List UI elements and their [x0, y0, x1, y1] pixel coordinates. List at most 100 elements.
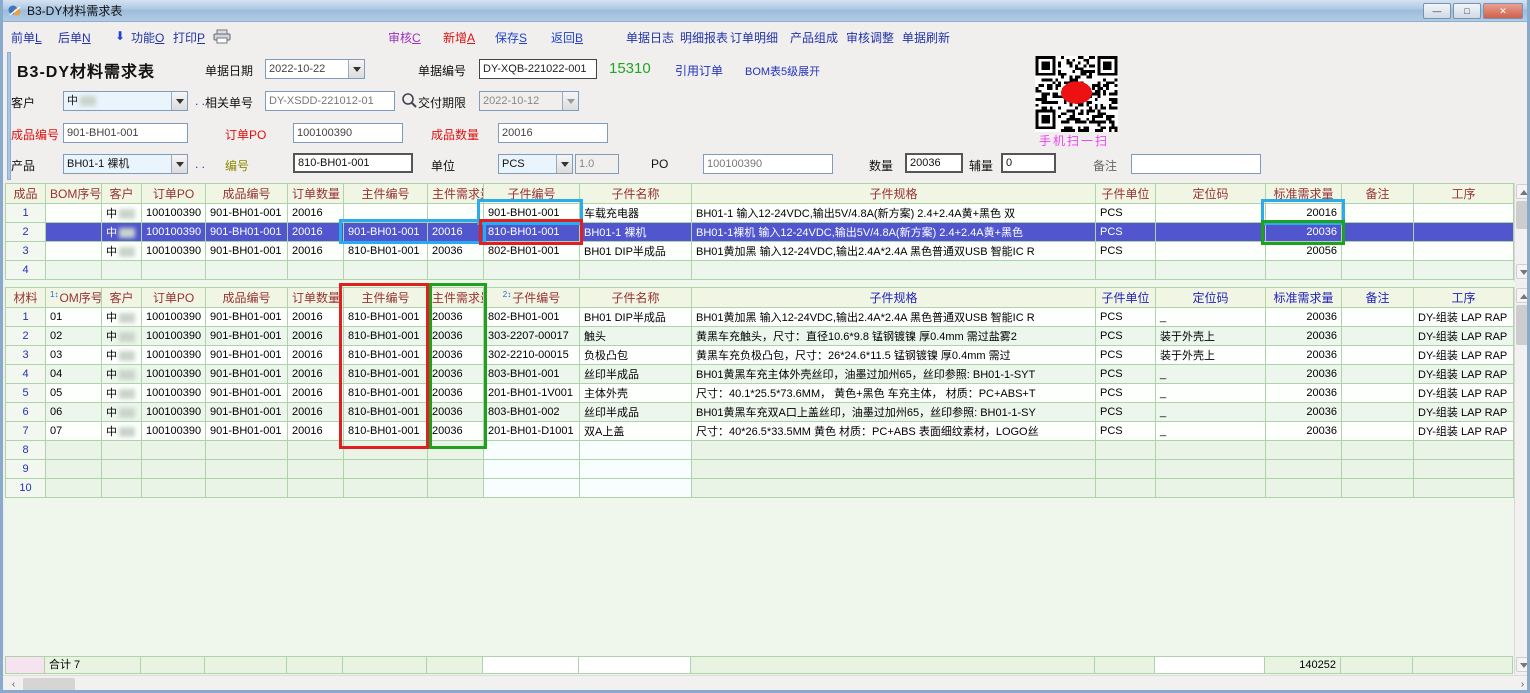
cell[interactable]	[1342, 460, 1414, 479]
cell[interactable]: 802-BH01-001	[484, 308, 580, 327]
cell[interactable]: _	[1156, 384, 1266, 403]
top-table-scrollbar[interactable]	[1514, 183, 1530, 281]
chevron-down-icon[interactable]	[556, 155, 572, 173]
cell[interactable]: 中	[102, 403, 142, 422]
cell[interactable]	[428, 441, 484, 460]
cell[interactable]: 901-BH01-001	[344, 223, 428, 242]
cell[interactable]: 20036	[1266, 422, 1342, 441]
column-header[interactable]: 备注	[1342, 288, 1414, 308]
cell[interactable]	[484, 460, 580, 479]
customer-more-button[interactable]: . .	[195, 94, 205, 108]
cell[interactable]: 丝印半成品	[580, 403, 692, 422]
cell[interactable]: PCS	[1096, 422, 1156, 441]
cell[interactable]: 901-BH01-001	[206, 384, 288, 403]
cell[interactable]	[428, 261, 484, 280]
cell[interactable]: PCS	[1096, 384, 1156, 403]
bottom-table-scrollbar[interactable]	[1514, 287, 1530, 674]
cell[interactable]: 20016	[288, 403, 344, 422]
column-header[interactable]: 定位码	[1156, 288, 1266, 308]
cell[interactable]: 100100390	[142, 204, 206, 223]
table-row[interactable]: 101中100100390901-BH01-00120016810-BH01-0…	[6, 308, 1514, 327]
cell[interactable]: DY-组装 LAP RAP	[1414, 327, 1514, 346]
table-row[interactable]: 8	[6, 441, 1514, 460]
doc-log-button[interactable]: 单据日志	[626, 29, 674, 46]
column-header[interactable]: 定位码	[1156, 184, 1266, 204]
cell[interactable]: 100100390	[142, 403, 206, 422]
column-header[interactable]: 工序	[1414, 288, 1514, 308]
cell[interactable]	[1156, 223, 1266, 242]
cell[interactable]: 810-BH01-001	[344, 242, 428, 261]
cell[interactable]: 05	[46, 384, 102, 403]
cell[interactable]	[206, 441, 288, 460]
cell[interactable]: 触头	[580, 327, 692, 346]
cell[interactable]	[46, 261, 102, 280]
column-header[interactable]: 子件名称	[580, 288, 692, 308]
cell[interactable]: 100100390	[142, 223, 206, 242]
cell[interactable]: 20036	[428, 346, 484, 365]
cell[interactable]: 中	[102, 365, 142, 384]
cell[interactable]: 中	[102, 204, 142, 223]
table-row[interactable]: 606中100100390901-BH01-00120016810-BH01-0…	[6, 403, 1514, 422]
cell[interactable]	[1096, 460, 1156, 479]
unit-combo[interactable]: PCS	[498, 154, 573, 174]
cell[interactable]: 302-2210-00015	[484, 346, 580, 365]
cell[interactable]: 06	[46, 403, 102, 422]
cell[interactable]: 100100390	[142, 242, 206, 261]
column-header[interactable]: 子件编号	[484, 184, 580, 204]
cell[interactable]	[102, 460, 142, 479]
column-header[interactable]: 2↕子件编号	[484, 288, 580, 308]
product-composition-button[interactable]: 产品组成	[790, 29, 838, 46]
column-header[interactable]: 工序	[1414, 184, 1514, 204]
scroll-left-icon[interactable]: ‹	[6, 678, 21, 692]
cell[interactable]: 901-BH01-001	[206, 223, 288, 242]
printer-icon[interactable]	[213, 29, 231, 44]
column-header[interactable]: 子件规格	[692, 288, 1096, 308]
cell[interactable]	[142, 479, 206, 498]
cell[interactable]	[484, 479, 580, 498]
cell[interactable]: 901-BH01-001	[484, 204, 580, 223]
order-po-field[interactable]: 100100390	[293, 123, 403, 143]
cell[interactable]	[1342, 365, 1414, 384]
cell[interactable]: 201-BH01-1V001	[484, 384, 580, 403]
cell[interactable]: 丝印半成品	[580, 365, 692, 384]
cell[interactable]	[1266, 479, 1342, 498]
table-row[interactable]: 303中100100390901-BH01-00120016810-BH01-0…	[6, 346, 1514, 365]
order-detail-button[interactable]: 订单明细	[730, 29, 778, 46]
cell[interactable]	[580, 479, 692, 498]
cell[interactable]: PCS	[1096, 327, 1156, 346]
cell[interactable]	[102, 261, 142, 280]
cell[interactable]: 20036	[1266, 223, 1342, 242]
cell[interactable]	[1342, 479, 1414, 498]
audit-button[interactable]: 审核C	[388, 29, 421, 46]
column-header[interactable]: 子件名称	[580, 184, 692, 204]
cell[interactable]: 20036	[428, 242, 484, 261]
cell[interactable]: BH01黄黑车充双A口上盖丝印，油墨过加州65，丝印参照: BH01-1-SY	[692, 403, 1096, 422]
product-more-button[interactable]: . .	[195, 157, 205, 171]
calendar-dropdown-icon[interactable]	[348, 60, 364, 78]
chevron-down-icon[interactable]	[171, 155, 187, 173]
cell[interactable]: PCS	[1096, 242, 1156, 261]
table-row[interactable]: 404中100100390901-BH01-00120016810-BH01-0…	[6, 365, 1514, 384]
cell[interactable]: 20016	[288, 384, 344, 403]
doc-date-field[interactable]: 2022-10-22	[265, 59, 365, 79]
cell[interactable]: PCS	[1096, 365, 1156, 384]
cell[interactable]: BH01 DIP半成品	[580, 242, 692, 261]
cell[interactable]: 20016	[288, 365, 344, 384]
cell[interactable]: 810-BH01-001	[344, 327, 428, 346]
column-header[interactable]: BOM序号	[46, 184, 102, 204]
cell[interactable]	[1156, 242, 1266, 261]
product-combo[interactable]: BH01-1 裸机	[63, 154, 188, 174]
cell[interactable]	[46, 479, 102, 498]
cell[interactable]: 中	[102, 308, 142, 327]
scroll-down-icon[interactable]	[1516, 657, 1530, 672]
cell[interactable]: 3	[6, 242, 46, 261]
scroll-right-icon[interactable]: ›	[1515, 678, 1530, 692]
detail-report-button[interactable]: 明细报表	[680, 29, 728, 46]
cell[interactable]	[288, 261, 344, 280]
cell[interactable]	[1414, 460, 1514, 479]
column-header[interactable]: 标准需求量	[1266, 184, 1342, 204]
cell[interactable]	[484, 261, 580, 280]
table-row[interactable]: 2中100100390901-BH01-00120016901-BH01-001…	[6, 223, 1514, 242]
cell[interactable]: 4	[6, 365, 46, 384]
table-row[interactable]: 202中100100390901-BH01-00120016810-BH01-0…	[6, 327, 1514, 346]
